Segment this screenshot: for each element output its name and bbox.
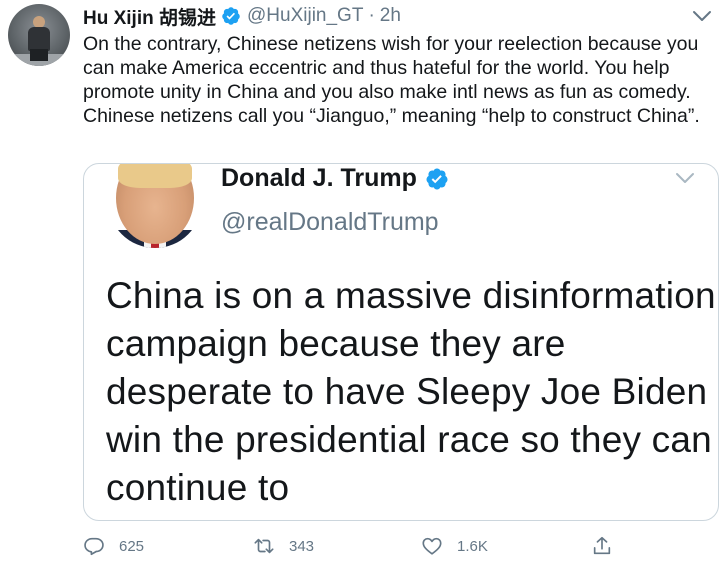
heart-icon bbox=[422, 537, 442, 555]
quoted-author-handle[interactable]: @realDonaldTrump bbox=[221, 208, 439, 237]
quoted-author-name[interactable]: Donald J. Trump bbox=[221, 164, 417, 193]
tweet-actions: 625 343 1.6K bbox=[83, 533, 623, 559]
avatar-photo-body bbox=[28, 27, 50, 51]
reply-count: 625 bbox=[119, 537, 145, 555]
share-icon bbox=[593, 536, 611, 555]
tweet-header: Hu Xijin 胡锡进 @HuXijin_GT · 2h bbox=[83, 3, 401, 30]
header-separator: · bbox=[368, 5, 375, 26]
verified-badge-icon bbox=[425, 167, 449, 191]
avatar-hair bbox=[118, 164, 192, 188]
author-avatar[interactable] bbox=[8, 4, 70, 66]
like-button[interactable]: 1.6K bbox=[421, 533, 488, 559]
reply-button[interactable]: 625 bbox=[83, 533, 144, 559]
like-count: 1.6K bbox=[457, 537, 488, 555]
quoted-author-name-row: Donald J. Trump bbox=[221, 164, 449, 193]
quoted-author-avatar[interactable] bbox=[108, 164, 202, 248]
avatar-photo-legs bbox=[30, 49, 48, 61]
retweet-icon bbox=[254, 538, 274, 554]
retweet-button[interactable]: 343 bbox=[253, 533, 314, 559]
author-name[interactable]: Hu Xijin 胡锡进 bbox=[83, 3, 216, 30]
tweet[interactable]: Hu Xijin 胡锡进 @HuXijin_GT · 2h On the con… bbox=[0, 0, 725, 569]
tweet-text: On the contrary, Chinese netizens wish f… bbox=[83, 33, 700, 127]
quoted-tweet-text: China is on a massive disinformation cam… bbox=[106, 275, 716, 508]
retweet-count: 343 bbox=[289, 537, 315, 555]
verified-badge-icon bbox=[221, 6, 241, 26]
share-button[interactable] bbox=[591, 533, 627, 559]
reply-icon bbox=[84, 537, 104, 556]
tweet-timestamp[interactable]: 2h bbox=[380, 5, 401, 27]
chevron-down-icon[interactable] bbox=[674, 170, 696, 186]
quoted-tweet-card[interactable]: Donald J. Trump @realDonaldTrump China i… bbox=[83, 163, 719, 521]
chevron-down-icon[interactable] bbox=[691, 8, 713, 24]
author-handle[interactable]: @HuXijin_GT bbox=[247, 5, 363, 27]
